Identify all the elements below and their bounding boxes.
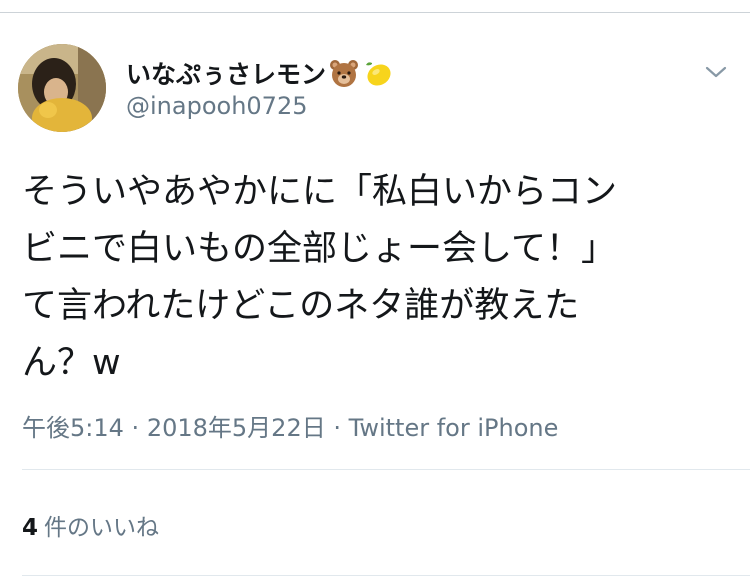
- tweet-text-line: そういやあやかにに「私白いからコン: [22, 172, 618, 212]
- tweet-text: そういやあやかにに「私白いからコン ビニで白いもの全部じょー会して！」 て言われ…: [22, 164, 737, 392]
- likes-stat[interactable]: 4 件のいいね: [22, 508, 159, 542]
- top-divider: [0, 12, 750, 13]
- divider: [22, 575, 750, 576]
- more-options-button[interactable]: [700, 58, 732, 86]
- divider: [22, 469, 750, 470]
- tweet-text-line: て言われたけどこのネタ誰が教えた: [22, 286, 580, 326]
- display-name-text: いなぷぅさレモン: [126, 60, 327, 89]
- tweet-date[interactable]: 2018年5月22日: [147, 414, 326, 442]
- bear-face-icon: [328, 57, 360, 89]
- tweet-text-line: ビニで白いもの全部じょー会して！」: [22, 229, 616, 269]
- likes-label: 件のいいね: [44, 515, 160, 541]
- avatar[interactable]: [18, 44, 106, 132]
- meta-separator: ·: [333, 414, 341, 442]
- chevron-down-icon: [705, 66, 727, 78]
- tweet-detail-view: いなぷぅさレモン @inapooh0725 そういやあやかにに「私白いからコン …: [0, 0, 750, 588]
- tweet-source[interactable]: Twitter for iPhone: [349, 414, 559, 442]
- likes-count: 4: [22, 515, 39, 541]
- lemon-icon: [362, 57, 394, 89]
- tweet-text-line: ん？w: [22, 343, 121, 383]
- user-handle[interactable]: @inapooh0725: [126, 92, 307, 120]
- tweet-time[interactable]: 午後5:14: [22, 414, 124, 442]
- tweet-metadata: 午後5:14 · 2018年5月22日 · Twitter for iPhone: [22, 408, 558, 443]
- display-name[interactable]: いなぷぅさレモン: [126, 54, 394, 92]
- meta-separator: ·: [131, 414, 140, 442]
- avatar-photo: [18, 44, 106, 132]
